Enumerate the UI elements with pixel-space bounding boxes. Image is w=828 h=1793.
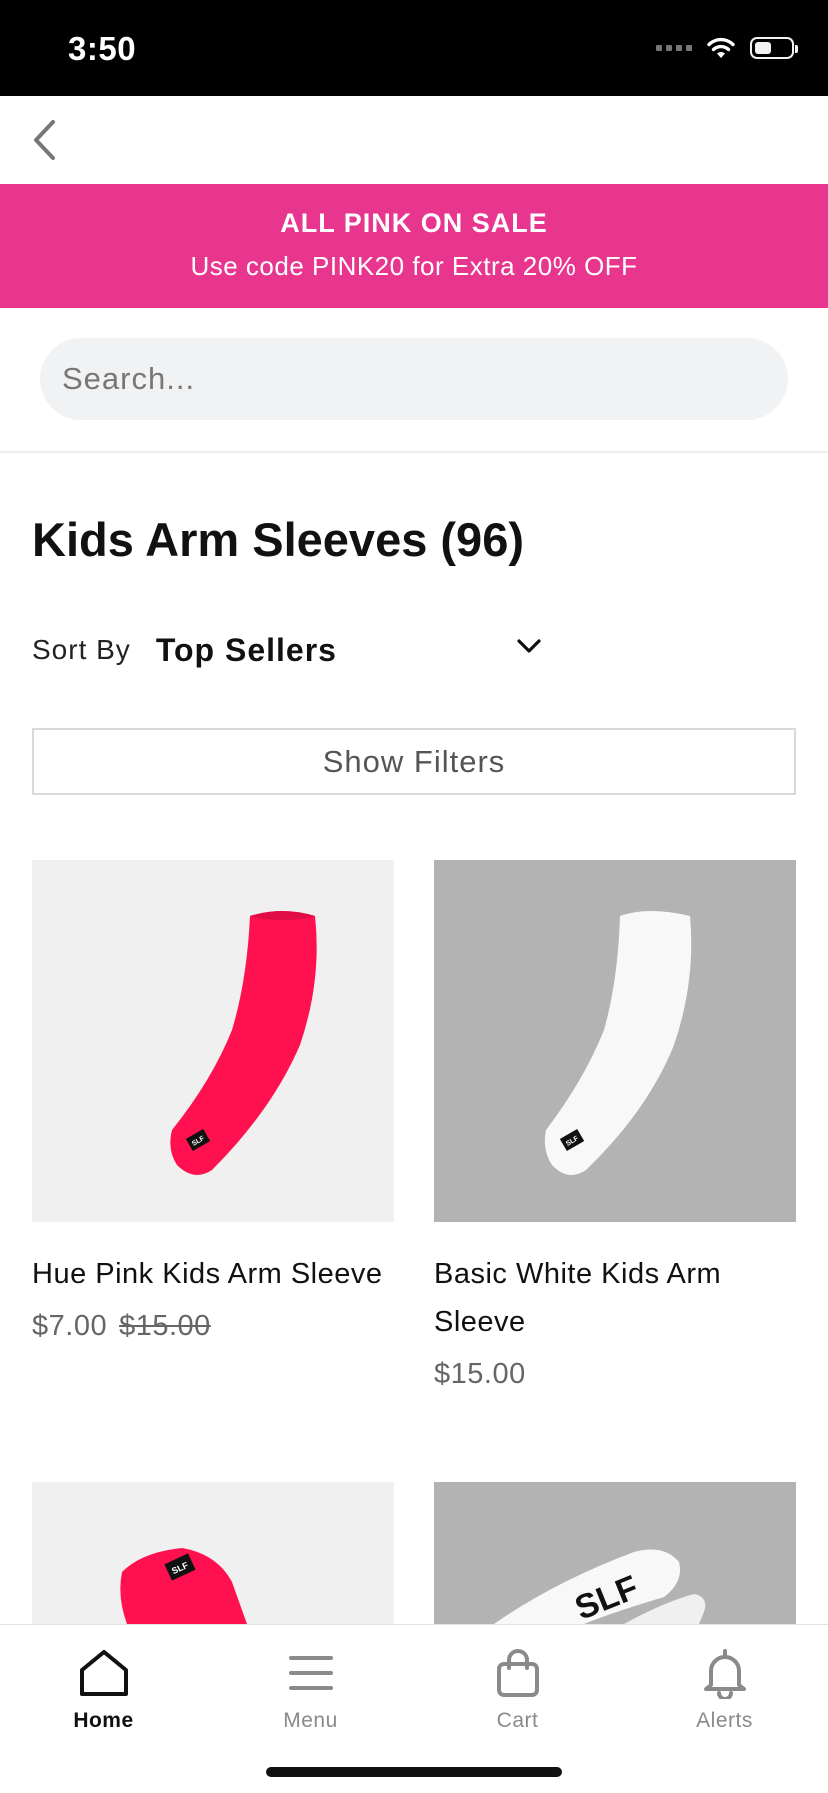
product-name: Basic White Kids Arm Sleeve [434,1258,722,1338]
show-filters-button[interactable]: Show Filters [32,728,796,795]
product-card[interactable]: SLF [32,1482,394,1624]
product-price: $15.00 [434,1358,796,1391]
chevron-left-icon [34,120,55,160]
product-image[interactable]: SLF [32,860,394,1222]
headband-image: SLF [494,1549,706,1624]
arm-sleeve-image: SLF [120,1548,247,1624]
menu-icon [288,1656,333,1690]
arm-sleeve-image: SLF [544,911,692,1175]
page-title: Kids Arm Sleeves (96) [32,513,524,566]
bell-icon [703,1649,746,1699]
tab-cart[interactable]: Cart [414,1645,621,1733]
sort-label: Sort By [32,634,131,665]
status-bar: 3:50 [0,0,828,96]
product-price: $7.00 $15.00 [32,1310,394,1343]
product-image[interactable]: SLF [434,860,796,1222]
product-image[interactable]: SLF [32,1482,394,1624]
wifi-icon [707,37,735,58]
product-card[interactable]: SLF Hue Pink Kids Arm Sleeve $7.00 $15.00 [32,860,394,1343]
tab-home[interactable]: Home [0,1645,207,1733]
original-price: $15.00 [119,1310,211,1342]
product-card[interactable]: SLF Basic White Kids Arm Sleeve $15.00 [434,860,796,1391]
home-indicator [266,1767,562,1777]
sort-value: Top Sellers [155,631,337,668]
sort-dropdown[interactable]: Sort By Top Sellers [32,625,542,675]
navigation-bar [0,96,828,184]
tab-label: Menu [283,1709,338,1732]
status-time: 3:50 [68,30,137,67]
home-icon [79,1650,128,1696]
product-image[interactable]: SLF [434,1482,796,1624]
chevron-down-icon [517,639,541,653]
tab-label: Cart [496,1709,539,1732]
tab-label: Home [73,1709,134,1732]
back-button[interactable] [22,116,66,164]
promo-subtitle: Use code PINK20 for Extra 20% OFF [190,251,638,281]
cart-icon [496,1649,539,1697]
search-section [0,308,828,453]
status-icons [656,36,798,60]
search-input[interactable] [40,338,788,420]
cellular-signal-icon [656,45,692,51]
battery-icon [750,37,798,59]
sale-price: $7.00 [32,1310,108,1342]
product-name: Hue Pink Kids Arm Sleeve [32,1258,383,1290]
price: $15.00 [434,1358,526,1390]
tab-alerts[interactable]: Alerts [621,1645,828,1733]
tab-label: Alerts [696,1709,753,1732]
tab-menu[interactable]: Menu [207,1645,414,1733]
promo-banner[interactable]: ALL PINK ON SALE Use code PINK20 for Ext… [0,184,828,308]
product-card[interactable]: SLF [434,1482,796,1624]
promo-title: ALL PINK ON SALE [280,208,548,238]
arm-sleeve-image: SLF [170,911,317,1175]
